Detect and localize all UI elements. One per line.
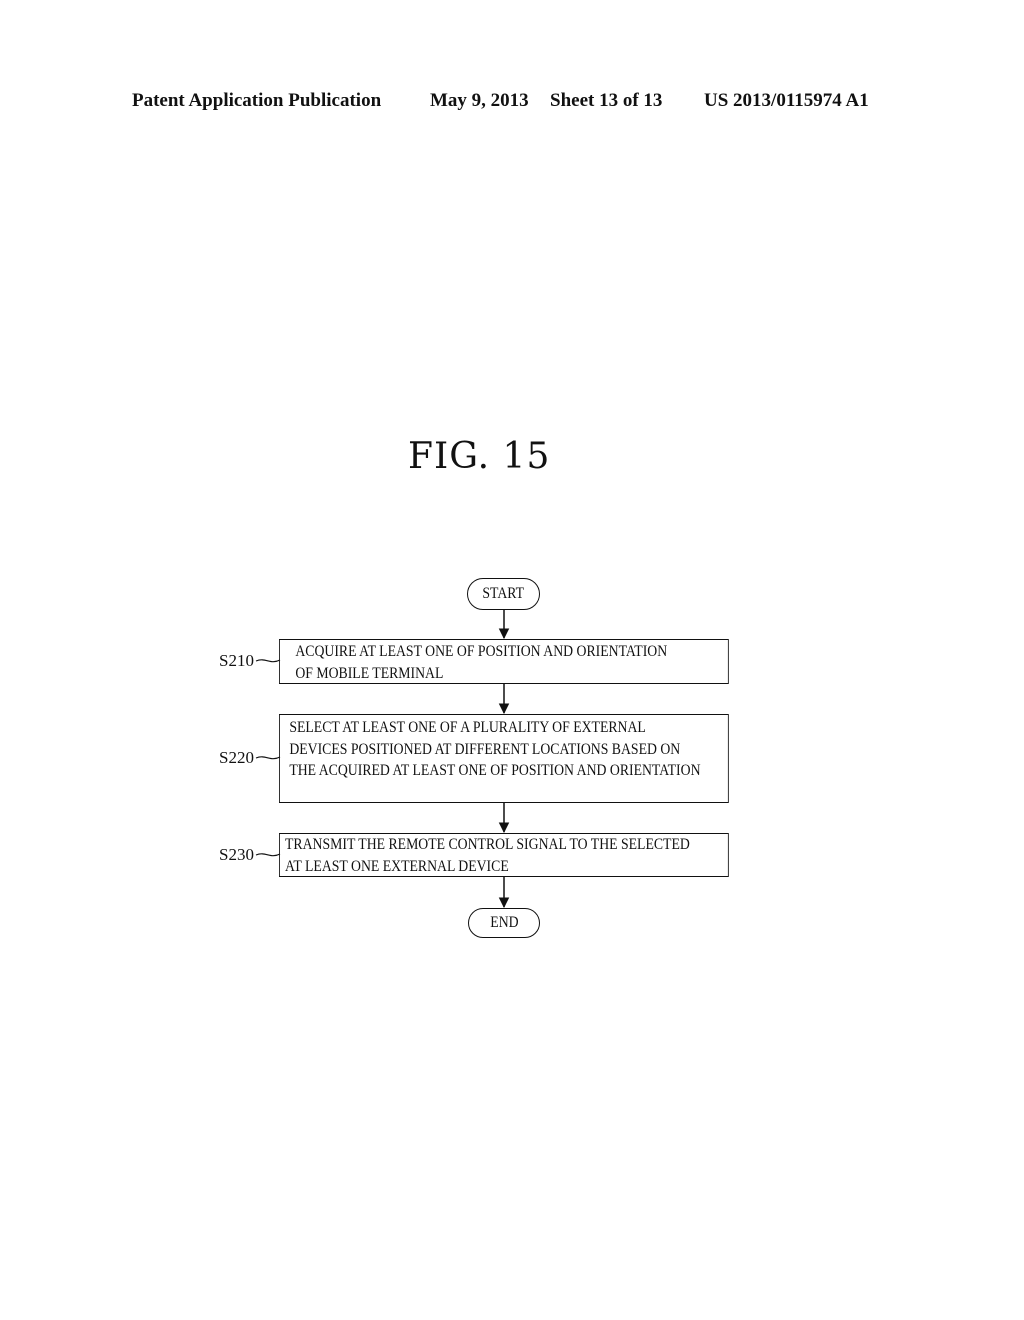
step-text-line: SELECT AT LEAST ONE OF A PLURALITY OF EX… bbox=[289, 719, 646, 736]
leader-s210 bbox=[255, 659, 281, 663]
process-step-s230: TRANSMIT THE REMOTE CONTROL SIGNAL TO TH… bbox=[279, 833, 729, 877]
step-id-s220: S220 bbox=[219, 748, 254, 767]
publication-type: Patent Application Publication bbox=[132, 90, 382, 111]
step-text-line: TRANSMIT THE REMOTE CONTROL SIGNAL TO TH… bbox=[285, 836, 690, 853]
leader-s220 bbox=[255, 756, 281, 760]
process-step-s220: SELECT AT LEAST ONE OF A PLURALITY OF EX… bbox=[279, 714, 729, 803]
process-step-s210: ACQUIRE AT LEAST ONE OF POSITION AND ORI… bbox=[279, 639, 729, 684]
start-label: START bbox=[482, 585, 525, 602]
end-terminator: END bbox=[468, 908, 540, 938]
step-text-line: AT LEAST ONE EXTERNAL DEVICE bbox=[285, 857, 509, 875]
step-text-line: OF MOBILE TERMINAL bbox=[295, 664, 444, 682]
step-id-s230: S230 bbox=[219, 845, 254, 864]
start-terminator: START bbox=[467, 578, 540, 610]
page-header: Patent Application Publication May 9, 20… bbox=[132, 90, 892, 114]
step-id-s210: S210 bbox=[219, 651, 254, 670]
step-text-line: DEVICES POSITIONED AT DIFFERENT LOCATION… bbox=[289, 740, 681, 758]
figure-title: FIG. 15 bbox=[408, 436, 551, 477]
step-text-line: THE ACQUIRED AT LEAST ONE OF POSITION AN… bbox=[289, 762, 701, 779]
end-label: END bbox=[489, 914, 519, 931]
patent-number: US 2013/0115974 A1 bbox=[704, 90, 869, 111]
publication-date: May 9, 2013 bbox=[430, 90, 529, 111]
leader-s230 bbox=[255, 853, 281, 857]
step-text-line: ACQUIRE AT LEAST ONE OF POSITION AND ORI… bbox=[295, 643, 668, 660]
sheet-number: Sheet 13 of 13 bbox=[550, 90, 663, 111]
